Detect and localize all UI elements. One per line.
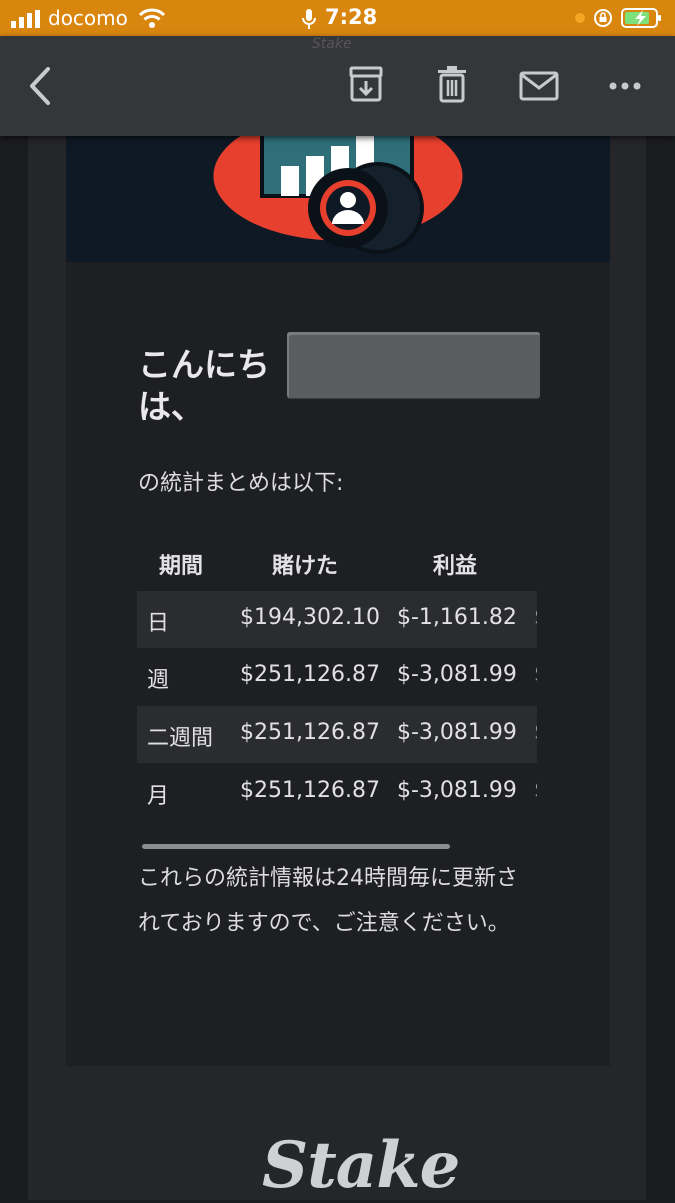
cell-period: 日 (147, 611, 170, 636)
back-icon[interactable] (26, 65, 56, 107)
redacted-username (287, 332, 540, 398)
cell-profit: $-3,081.99 (397, 662, 517, 687)
cell-cut: $ (534, 605, 537, 630)
more-icon[interactable] (608, 80, 642, 92)
cell-wagered: $251,126.87 (240, 720, 380, 745)
header-period: 期間 (159, 554, 204, 579)
table-row: 二週間 $251,126.87 $-3,081.99 $ (137, 706, 537, 763)
horizontal-scrollbar[interactable] (142, 844, 450, 849)
cell-wagered: $194,302.10 (240, 605, 380, 630)
header-profit: 利益 (433, 554, 478, 579)
microphone-icon (302, 9, 316, 29)
carrier-name: docomo (48, 6, 128, 30)
archive-icon[interactable] (348, 65, 384, 103)
cell-cut: $ (534, 720, 537, 745)
email-banner (66, 136, 610, 262)
table-row: 日 $194,302.10 $-1,161.82 $ (137, 591, 537, 648)
cell-profit: $-1,161.82 (397, 605, 517, 630)
status-bar: docomo 7:28 (0, 0, 675, 36)
recording-dot (575, 13, 585, 23)
toolbar-faint-title: Stake (312, 36, 352, 52)
stats-table: 期間 賭けた 利益 日 $194,302.10 $-1,161.82 $ 週 $… (137, 534, 537, 822)
trash-icon[interactable] (436, 65, 468, 103)
cell-cut: $ (534, 778, 537, 803)
cell-profit: $-3,081.99 (397, 720, 517, 745)
banner-illustration (210, 136, 466, 254)
stake-logo: Stake (262, 1128, 460, 1203)
wifi-icon (138, 8, 166, 28)
header-wagered: 賭けた (272, 554, 339, 579)
mail-icon[interactable] (519, 71, 559, 101)
table-row: 月 $251,126.87 $-3,081.99 $ (137, 764, 537, 821)
update-note: これらの統計情報は24時間毎に更新されておりますので、ご注意ください。 (138, 866, 518, 936)
cell-period: 月 (147, 784, 170, 809)
cell-cut: $ (534, 662, 537, 687)
cell-period: 週 (147, 668, 170, 693)
table-header: 期間 賭けた 利益 (137, 534, 537, 590)
cell-period: 二週間 (147, 726, 214, 751)
mail-toolbar: Stake (0, 36, 675, 136)
battery-icon (621, 8, 661, 28)
greeting-heading: こんにちは、 (138, 345, 270, 426)
table-row: 週 $251,126.87 $-3,081.99 $ (137, 648, 537, 705)
rotation-lock-icon (594, 9, 612, 27)
stats-intro: の統計まとめは以下: (138, 471, 344, 496)
cell-wagered: $251,126.87 (240, 778, 380, 803)
clock: 7:28 (325, 5, 378, 29)
signal-icon (11, 10, 40, 28)
cell-wagered: $251,126.87 (240, 662, 380, 687)
cell-profit: $-3,081.99 (397, 778, 517, 803)
